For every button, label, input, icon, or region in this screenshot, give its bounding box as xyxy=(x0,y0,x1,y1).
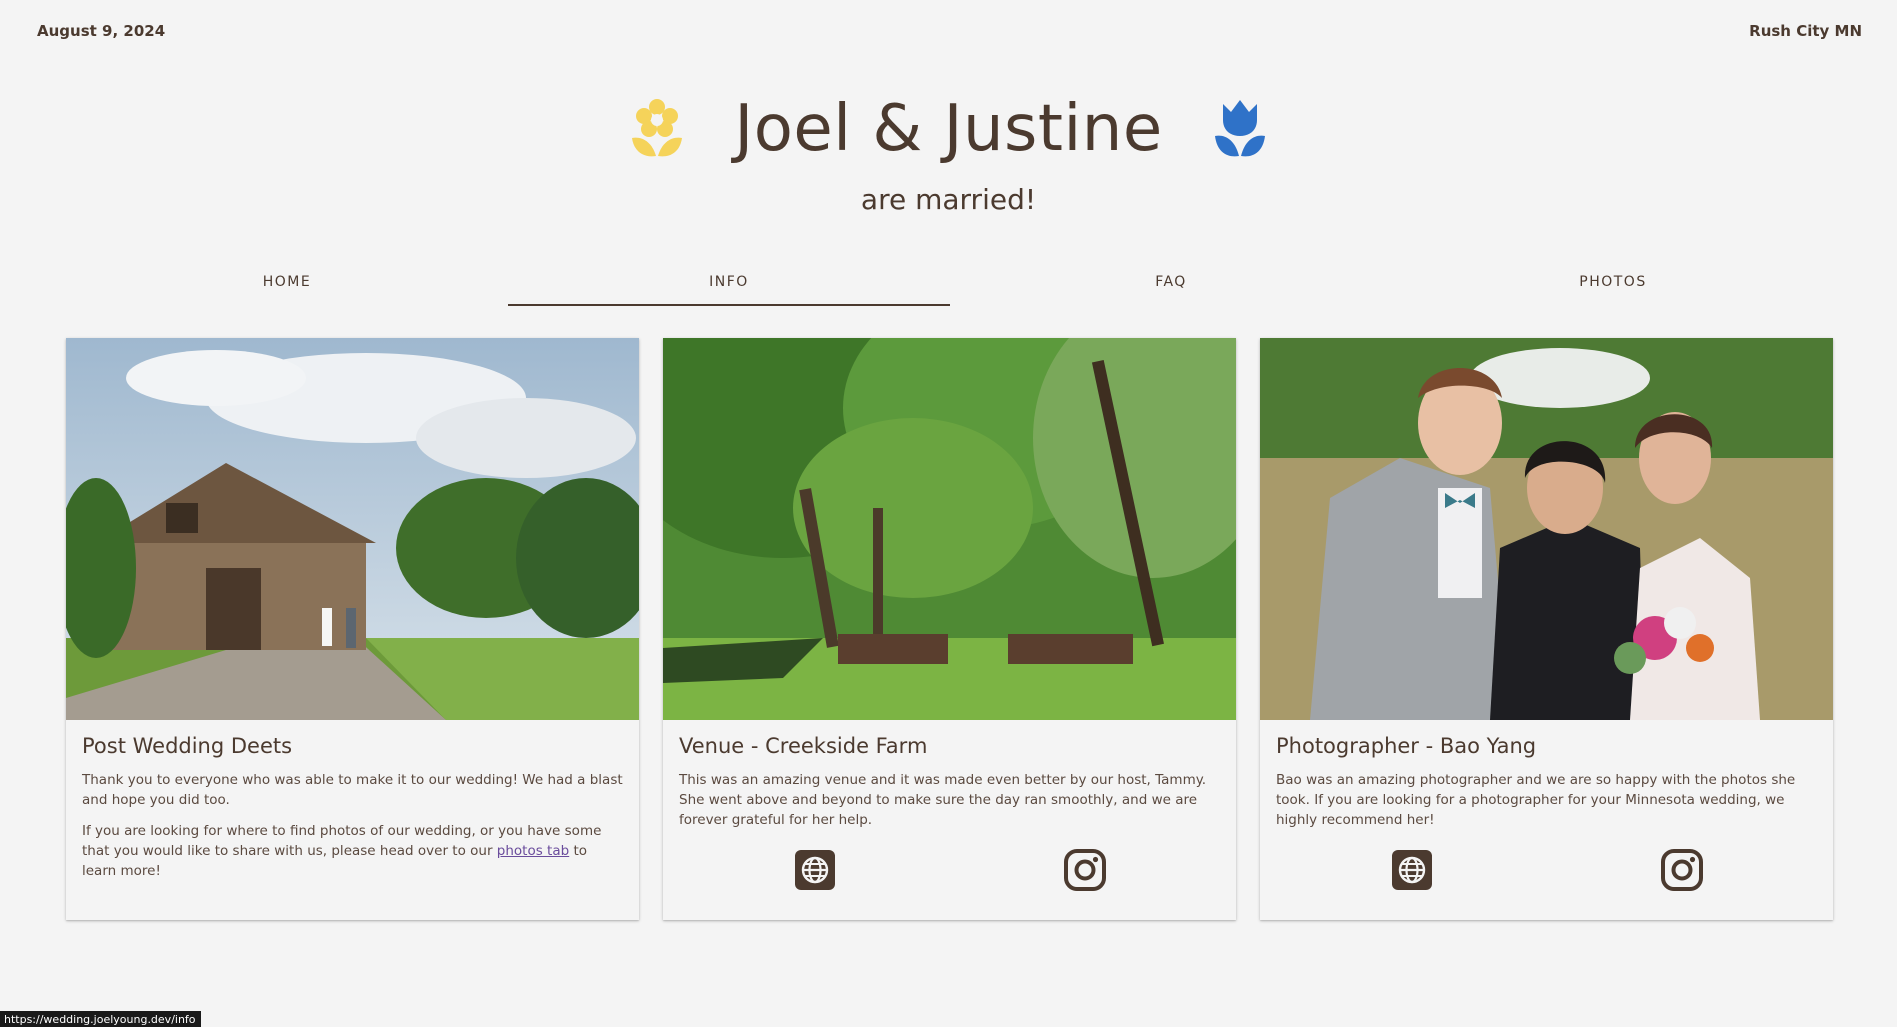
status-bar-url: https://wedding.joelyoung.dev/info xyxy=(0,1011,201,1027)
instagram-icon[interactable] xyxy=(1660,848,1704,892)
tab-info[interactable]: INFO xyxy=(508,262,950,306)
instagram-icon[interactable] xyxy=(1063,848,1107,892)
blue-tulip-icon xyxy=(1214,100,1265,157)
venue-photo xyxy=(663,338,1236,720)
tab-home[interactable]: HOME xyxy=(66,262,508,306)
globe-icon[interactable] xyxy=(793,848,837,892)
card-post-wedding: Post Wedding Deets Thank you to everyone… xyxy=(66,338,639,920)
yellow-flower-icon xyxy=(632,99,683,157)
wedding-location: Rush City MN xyxy=(1749,22,1862,40)
card-title: Photographer - Bao Yang xyxy=(1276,734,1537,758)
card-paragraph: This was an amazing venue and it was mad… xyxy=(679,772,1207,828)
venue-links xyxy=(663,848,1236,894)
photographer-links xyxy=(1260,848,1833,894)
barn-photo xyxy=(66,338,639,720)
card-title: Post Wedding Deets xyxy=(82,734,293,758)
info-cards: Post Wedding Deets Thank you to everyone… xyxy=(66,338,1834,920)
card-paragraph-photos: If you are looking for where to find pho… xyxy=(82,821,623,881)
card-venue: Venue - Creekside Farm This was an amazi… xyxy=(663,338,1236,920)
main-nav: HOME INFO FAQ PHOTOS xyxy=(66,262,1834,306)
hero-subtitle: are married! xyxy=(860,183,1037,216)
globe-icon[interactable] xyxy=(1390,848,1434,892)
photographer-photo xyxy=(1260,338,1833,720)
photos-tab-link[interactable]: photos tab xyxy=(497,843,569,859)
top-bar: August 9, 2024 Rush City MN xyxy=(37,22,1862,40)
card-paragraph: Thank you to everyone who was able to ma… xyxy=(82,772,623,808)
tab-faq[interactable]: FAQ xyxy=(950,262,1392,306)
card-photographer: Photographer - Bao Yang Bao was an amazi… xyxy=(1260,338,1833,920)
hero-header: Joel & Justine xyxy=(0,92,1897,166)
couple-names-title: Joel & Justine xyxy=(734,92,1163,166)
tab-photos[interactable]: PHOTOS xyxy=(1392,262,1834,306)
card-paragraph: Bao was an amazing photographer and we a… xyxy=(1276,772,1796,828)
wedding-date: August 9, 2024 xyxy=(37,22,166,40)
card-title: Venue - Creekside Farm xyxy=(679,734,928,758)
